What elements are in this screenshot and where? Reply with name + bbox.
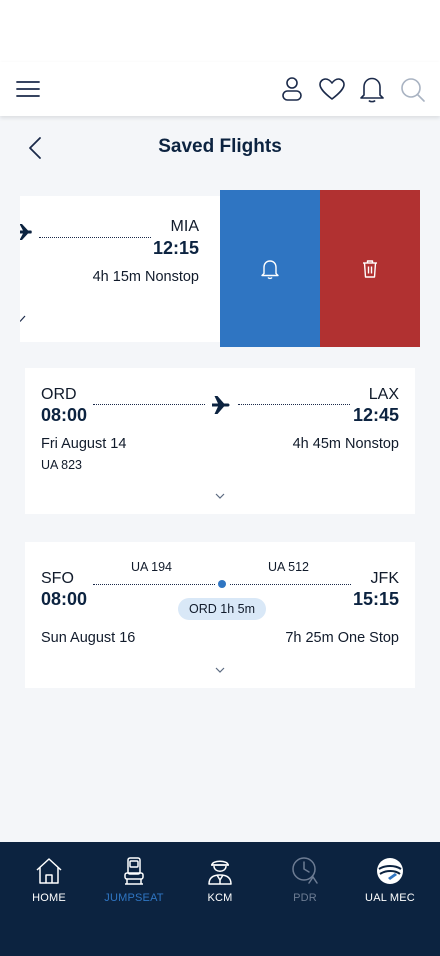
departure-code: ORD (41, 386, 77, 403)
flight-number: UA 823 (41, 458, 83, 472)
nav-home[interactable]: HOME (6, 856, 92, 904)
departure-time: 08:00 (41, 405, 88, 425)
arrival-code: JFK (370, 570, 399, 587)
pilot-icon (208, 860, 232, 885)
layover-dot (218, 580, 226, 588)
flight-path-line-right (230, 584, 351, 585)
bell-icon (261, 260, 279, 280)
seat-icon (124, 857, 144, 885)
arrival-code: LAX (368, 386, 399, 403)
menu-icon[interactable] (16, 80, 40, 98)
plane-icon (20, 224, 32, 240)
flight-date: Fri August 14 (41, 436, 127, 452)
chevron-down-icon[interactable] (215, 486, 225, 504)
arrival-time: 12:45 (352, 405, 399, 425)
departure-code: SFO (41, 570, 74, 587)
arrival-time: 15:15 (352, 589, 399, 609)
duration-label: 4h 15m Nonstop (92, 269, 199, 285)
swiped-flight-card: MIA 12:15 4h 15m Nonstop (20, 190, 420, 347)
chevron-down-icon[interactable] (215, 660, 225, 678)
nav-kcm[interactable]: KCM (177, 856, 263, 904)
nav-label: KCM (207, 892, 233, 904)
segment-flight-1: UA 194 (131, 560, 173, 574)
alert-action-button[interactable] (220, 190, 320, 347)
nav-ual-mec[interactable]: UAL MEC (347, 856, 433, 904)
flight-path-line (39, 237, 151, 238)
departure-time: 08:00 (41, 589, 88, 609)
profile-icon[interactable] (281, 76, 303, 102)
arrival-code: MIA (170, 218, 199, 235)
home-icon (36, 858, 62, 884)
segment-flight-2: UA 512 (268, 560, 310, 574)
heart-icon[interactable] (319, 78, 345, 101)
status-bar (0, 0, 440, 62)
flight-path-line-right (238, 404, 350, 405)
top-bar (0, 62, 440, 116)
search-icon[interactable] (400, 77, 426, 103)
delete-action-button[interactable] (320, 190, 420, 347)
bell-icon[interactable] (359, 75, 385, 103)
arrival-time: 12:15 (152, 238, 199, 258)
plane-icon (212, 396, 230, 414)
nav-label: UAL MEC (365, 892, 415, 904)
nav-label: PDR (293, 892, 317, 904)
trash-icon (363, 260, 377, 278)
flight-card-mia[interactable]: MIA 12:15 4h 15m Nonstop (20, 196, 220, 342)
flight-card-sfo-jfk[interactable]: UA 194 UA 512 SFO 08:00 JFK 15:15 ORD 1h… (25, 542, 415, 688)
flight-path-line-left (93, 584, 215, 585)
nav-jumpseat[interactable]: JUMPSEAT (91, 856, 177, 904)
bottom-nav: HOME JUMPSEAT KCM PDR UAL MEC (0, 842, 440, 956)
clock-icon (292, 857, 318, 884)
globe-logo-icon (377, 858, 403, 884)
flight-path-line-left (93, 404, 205, 405)
nav-label: JUMPSEAT (104, 892, 164, 904)
title-row: Saved Flights (0, 126, 440, 170)
duration-label: 4h 45m Nonstop (292, 436, 399, 452)
nav-pdr[interactable]: PDR (262, 856, 348, 904)
layover-badge: ORD 1h 5m (178, 598, 266, 620)
flight-card-ord-lax[interactable]: ORD 08:00 LAX 12:45 Fri August 14 4h 45m… (25, 368, 415, 514)
duration-label: 7h 25m One Stop (285, 630, 399, 646)
page-title: Saved Flights (158, 136, 282, 157)
expand-chevron-icon[interactable] (20, 314, 26, 322)
nav-label: HOME (32, 892, 66, 904)
flight-date: Sun August 16 (41, 630, 136, 646)
